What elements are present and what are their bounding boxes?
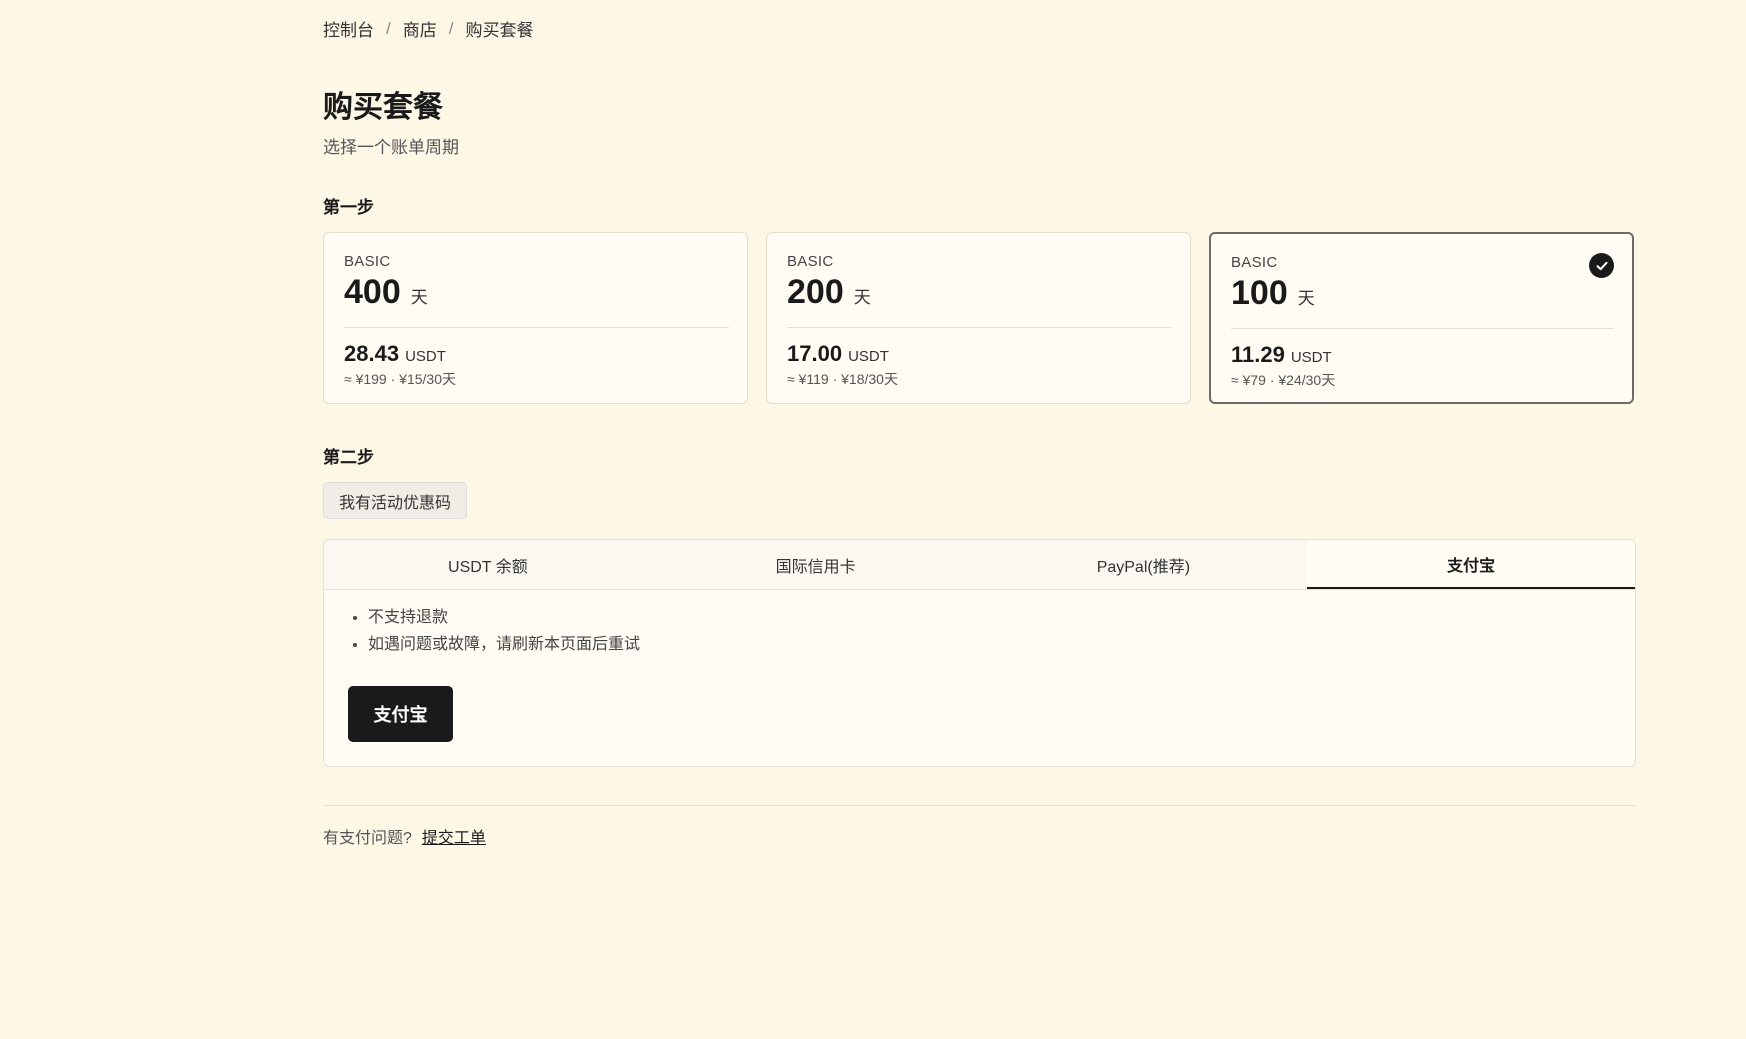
breadcrumb-dashboard[interactable]: 控制台 [323,16,374,41]
selected-check-icon [1589,253,1614,278]
page-subtitle: 选择一个账单周期 [323,138,459,157]
plan-card-200[interactable]: BASIC 200 天 17.00 USDT ≈ ¥119 · ¥18/30天 [766,232,1191,404]
plan-duration: 400 天 [344,273,428,312]
tab-credit-card[interactable]: 国际信用卡 [652,540,980,589]
plan-list: BASIC 400 天 28.43 USDT ≈ ¥199 · ¥15/30天 … [323,232,1636,406]
submit-ticket-link[interactable]: 提交工单 [422,830,486,847]
breadcrumb-separator: / [386,18,391,38]
plan-tier: BASIC [344,253,391,270]
payment-tabs: USDT 余额 国际信用卡 PayPal(推荐) 支付宝 [324,540,1635,590]
plan-price: 28.43 USDT [344,341,446,367]
coupon-code-button[interactable]: 我有活动优惠码 [323,482,468,519]
divider [344,327,729,328]
plan-duration: 100 天 [1231,274,1315,313]
breadcrumb-current: 购买套餐 [465,21,534,40]
plan-days: 400 [344,273,401,311]
help-question: 有支付问题? [323,830,412,847]
divider [1231,328,1614,329]
plan-price-currency: USDT [848,348,889,365]
plan-duration: 200 天 [787,273,871,312]
step1-label: 第一步 [323,198,374,217]
plan-approx-price: ≈ ¥79 · ¥24/30天 [1231,372,1336,388]
divider [323,805,1636,806]
plan-price-currency: USDT [1290,349,1332,366]
page-title: 购买套餐 [323,91,443,124]
tab-paypal[interactable]: PayPal(推荐) [980,540,1308,589]
step2-label: 第二步 [323,448,374,467]
plan-days-unit: 天 [410,288,428,307]
plan-price-amount: 28.43 [344,341,400,366]
plan-days: 200 [787,273,844,311]
plan-days-unit: 天 [853,288,871,307]
breadcrumb: 控制台 / 商店 / 购买套餐 [323,16,533,41]
alipay-pay-button[interactable]: 支付宝 [348,686,453,742]
plan-approx-price: ≈ ¥119 · ¥18/30天 [787,371,898,387]
plan-price: 11.29 USDT [1231,342,1332,368]
plan-approx-price: ≈ ¥199 · ¥15/30天 [344,371,456,387]
plan-days-unit: 天 [1297,289,1315,308]
payment-panel: USDT 余额 国际信用卡 PayPal(推荐) 支付宝 不支持退款 如遇问题或… [323,539,1636,767]
plan-card-100[interactable]: BASIC 100 天 11.29 USDT ≈ ¥79 · ¥24/30天 [1209,232,1634,404]
payment-help: 有支付问题? 提交工单 [323,824,486,848]
plan-price-amount: 11.29 [1231,342,1285,367]
breadcrumb-shop[interactable]: 商店 [403,16,437,41]
plan-days: 100 [1231,274,1288,312]
divider [787,327,1172,328]
note-item: 不支持退款 [368,604,640,631]
plan-card-400[interactable]: BASIC 400 天 28.43 USDT ≈ ¥199 · ¥15/30天 [323,232,748,404]
plan-price: 17.00 USDT [787,341,889,367]
plan-tier: BASIC [787,253,834,270]
payment-notes: 不支持退款 如遇问题或故障，请刷新本页面后重试 [348,604,640,658]
plan-price-currency: USDT [405,348,446,365]
plan-tier: BASIC [1231,254,1278,271]
breadcrumb-separator: / [448,18,454,38]
tab-usdt-balance[interactable]: USDT 余额 [324,540,652,589]
note-item: 如遇问题或故障，请刷新本页面后重试 [368,631,640,658]
tab-alipay[interactable]: 支付宝 [1307,540,1635,589]
plan-price-amount: 17.00 [787,341,843,366]
